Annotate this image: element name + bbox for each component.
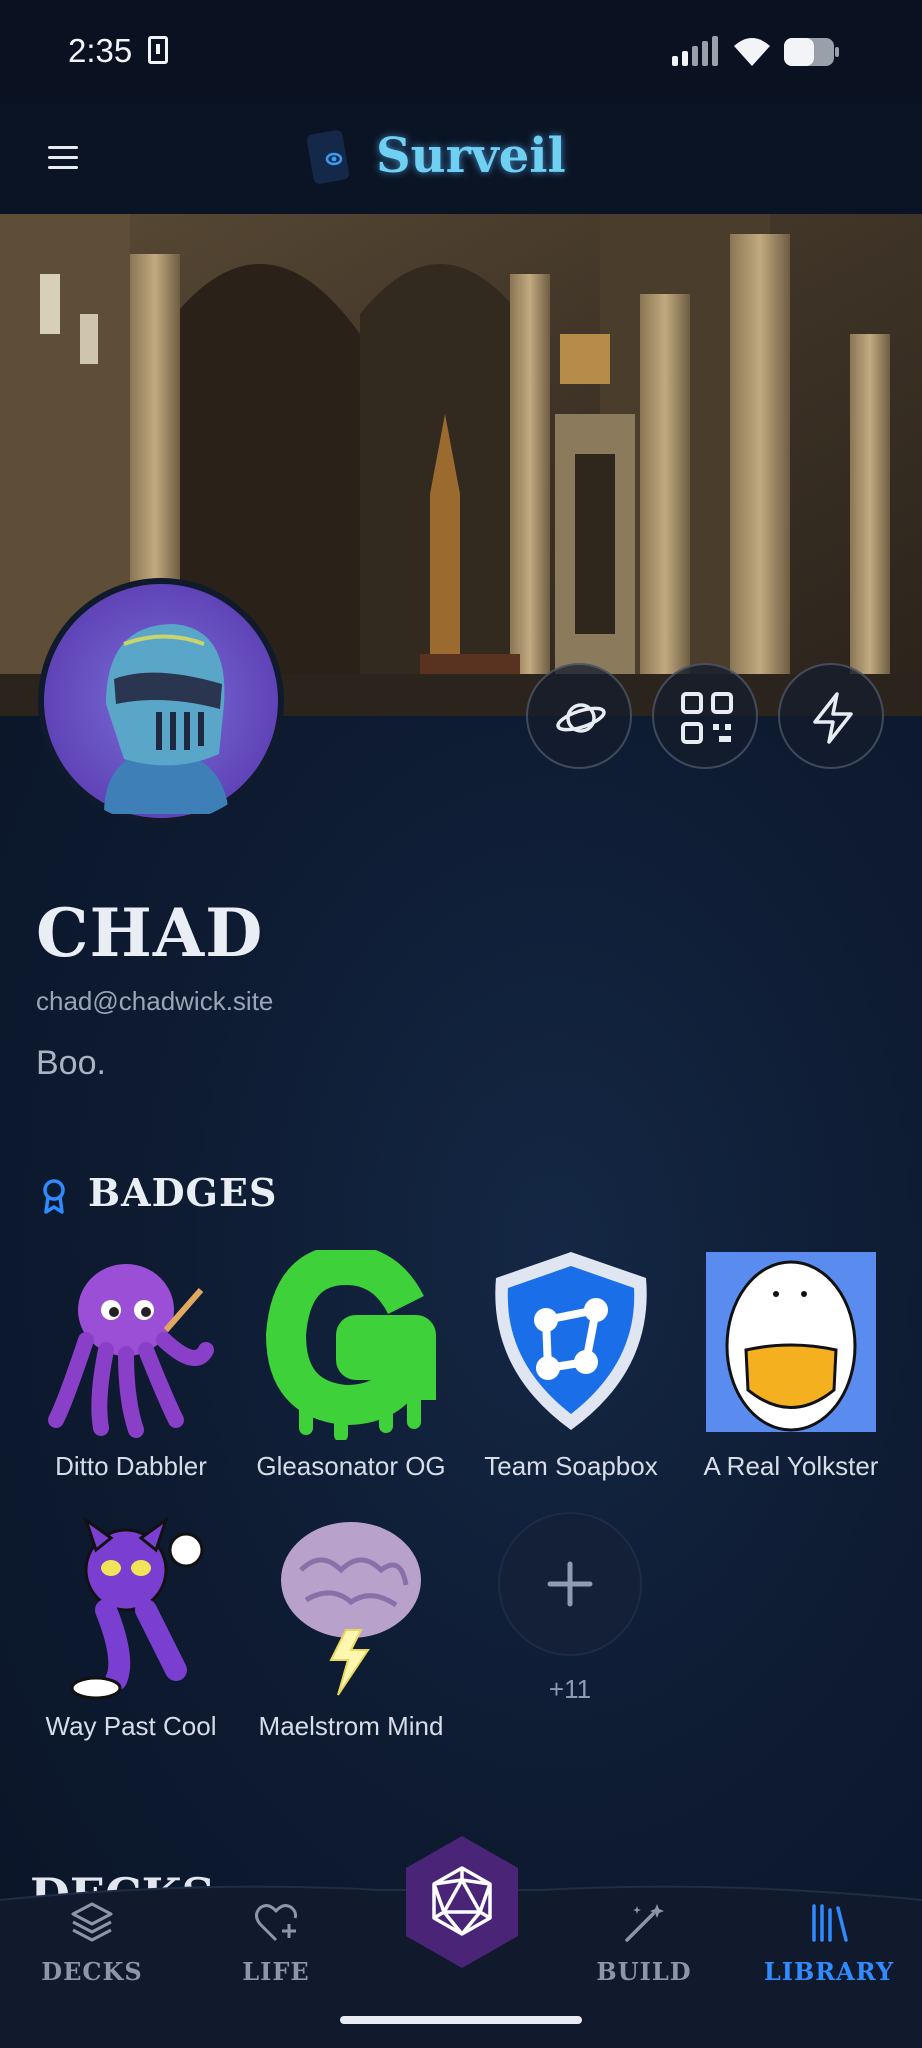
wifi-icon	[734, 38, 770, 66]
more-badges-count: +11	[548, 1674, 592, 1704]
badge-label: Gleasonator OG	[256, 1451, 446, 1481]
qr-code-icon	[681, 692, 733, 744]
octopus-icon	[48, 1264, 214, 1438]
lightning-icon	[813, 692, 853, 744]
status-time: 2:35	[68, 32, 133, 69]
menu-icon	[48, 146, 78, 149]
nav-library[interactable]: LIBRARY	[754, 1900, 904, 1986]
slime-g-icon	[266, 1250, 436, 1440]
shield-icon	[495, 1252, 647, 1430]
d20-button[interactable]	[402, 1834, 522, 1970]
badge-label: Way Past Cool	[45, 1711, 217, 1741]
profile-email: chad@chadwick.site	[36, 986, 274, 1016]
heart-plus-icon	[255, 1904, 298, 1942]
zap-button[interactable]	[778, 663, 884, 769]
planet-icon	[556, 703, 606, 733]
planet-button[interactable]	[526, 663, 632, 769]
menu-button[interactable]	[48, 146, 78, 170]
badge-label: Ditto Dabbler	[55, 1451, 207, 1481]
profile-name: CHAD	[36, 894, 264, 972]
status-bar: 2:35	[0, 0, 922, 104]
badge-label: Maelstrom Mind	[258, 1711, 444, 1741]
magic-wand-icon	[625, 1904, 664, 1942]
badges-title: BADGES	[88, 1170, 278, 1215]
nav-library-label: LIBRARY	[763, 1957, 895, 1986]
nav-life-label: LIFE	[242, 1957, 310, 1986]
badge-label: A Real Yolkster	[703, 1451, 879, 1481]
plus-icon	[547, 1561, 593, 1607]
battery-icon	[784, 38, 839, 66]
nav-build[interactable]: BUILD	[569, 1900, 719, 1986]
download-icon	[148, 36, 168, 64]
nav-decks-label: DECKS	[41, 1957, 143, 1986]
profile-bio: Boo.	[36, 1044, 106, 1082]
home-indicator[interactable]	[340, 2016, 582, 2024]
cool-cat-icon	[70, 1516, 204, 1700]
avatar[interactable]	[38, 578, 284, 824]
qr-code-button[interactable]	[652, 663, 758, 769]
nav-build-label: BUILD	[596, 1957, 692, 1986]
signal-icon	[672, 36, 718, 66]
logo-icon	[306, 130, 350, 184]
award-icon	[43, 1179, 65, 1214]
brain-storm-icon	[281, 1522, 421, 1696]
nav-decks[interactable]: DECKS	[17, 1900, 167, 1986]
nav-life[interactable]: LIFE	[201, 1900, 351, 1986]
knight-helmet-icon	[44, 584, 278, 818]
badge-label: Team Soapbox	[484, 1451, 658, 1481]
layers-icon	[71, 1902, 113, 1942]
app-logo-text: Surveil	[376, 128, 566, 184]
more-badges-button[interactable]	[498, 1512, 642, 1656]
library-icon	[812, 1904, 848, 1942]
egg-icon	[706, 1252, 876, 1432]
